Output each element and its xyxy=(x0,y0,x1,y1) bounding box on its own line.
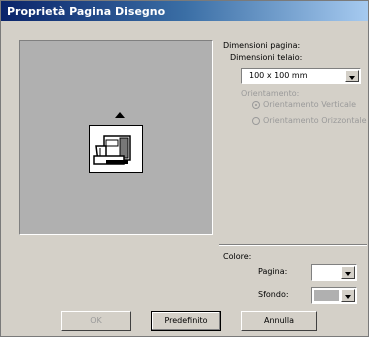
frame-size-select[interactable]: 100 x 100 mm xyxy=(241,68,361,84)
chevron-down-icon[interactable] xyxy=(345,70,359,82)
orientation-heading: Orientamento: xyxy=(241,89,300,98)
cancel-button[interactable]: Annulla xyxy=(241,311,317,331)
window-title: Proprietà Pagina Disegno xyxy=(7,5,166,18)
page-color-select[interactable] xyxy=(311,264,357,281)
arrow-up-icon xyxy=(115,112,125,118)
chevron-down-icon[interactable] xyxy=(341,289,355,302)
page-preview xyxy=(19,40,213,235)
background-color-select[interactable] xyxy=(311,287,357,304)
color-heading: Colore: xyxy=(223,252,252,261)
background-color-swatch xyxy=(314,290,339,301)
frame-size-label: Dimensioni telaio: xyxy=(230,53,303,62)
page-size-heading: Dimensioni pagina: xyxy=(223,41,301,50)
frame-size-value: 100 x 100 mm xyxy=(249,71,308,80)
radio-landscape[interactable] xyxy=(252,117,260,125)
chevron-down-icon[interactable] xyxy=(341,266,355,279)
embroidery-machine-icon xyxy=(89,125,143,173)
default-button[interactable]: Predefinito xyxy=(151,311,221,331)
page-color-label: Pagina: xyxy=(258,267,288,276)
separator xyxy=(219,244,367,246)
ok-button[interactable]: OK xyxy=(61,311,131,331)
background-color-label: Sfondo: xyxy=(258,290,289,299)
portrait-label: Orientamento Verticale xyxy=(263,100,357,109)
radio-portrait[interactable] xyxy=(252,101,260,109)
title-bar[interactable]: Proprietà Pagina Disegno xyxy=(1,1,368,21)
dialog-window: Proprietà Pagina Disegno Dimensioni pagi… xyxy=(0,0,369,337)
landscape-label: Orientamento Orizzontale xyxy=(263,116,367,125)
